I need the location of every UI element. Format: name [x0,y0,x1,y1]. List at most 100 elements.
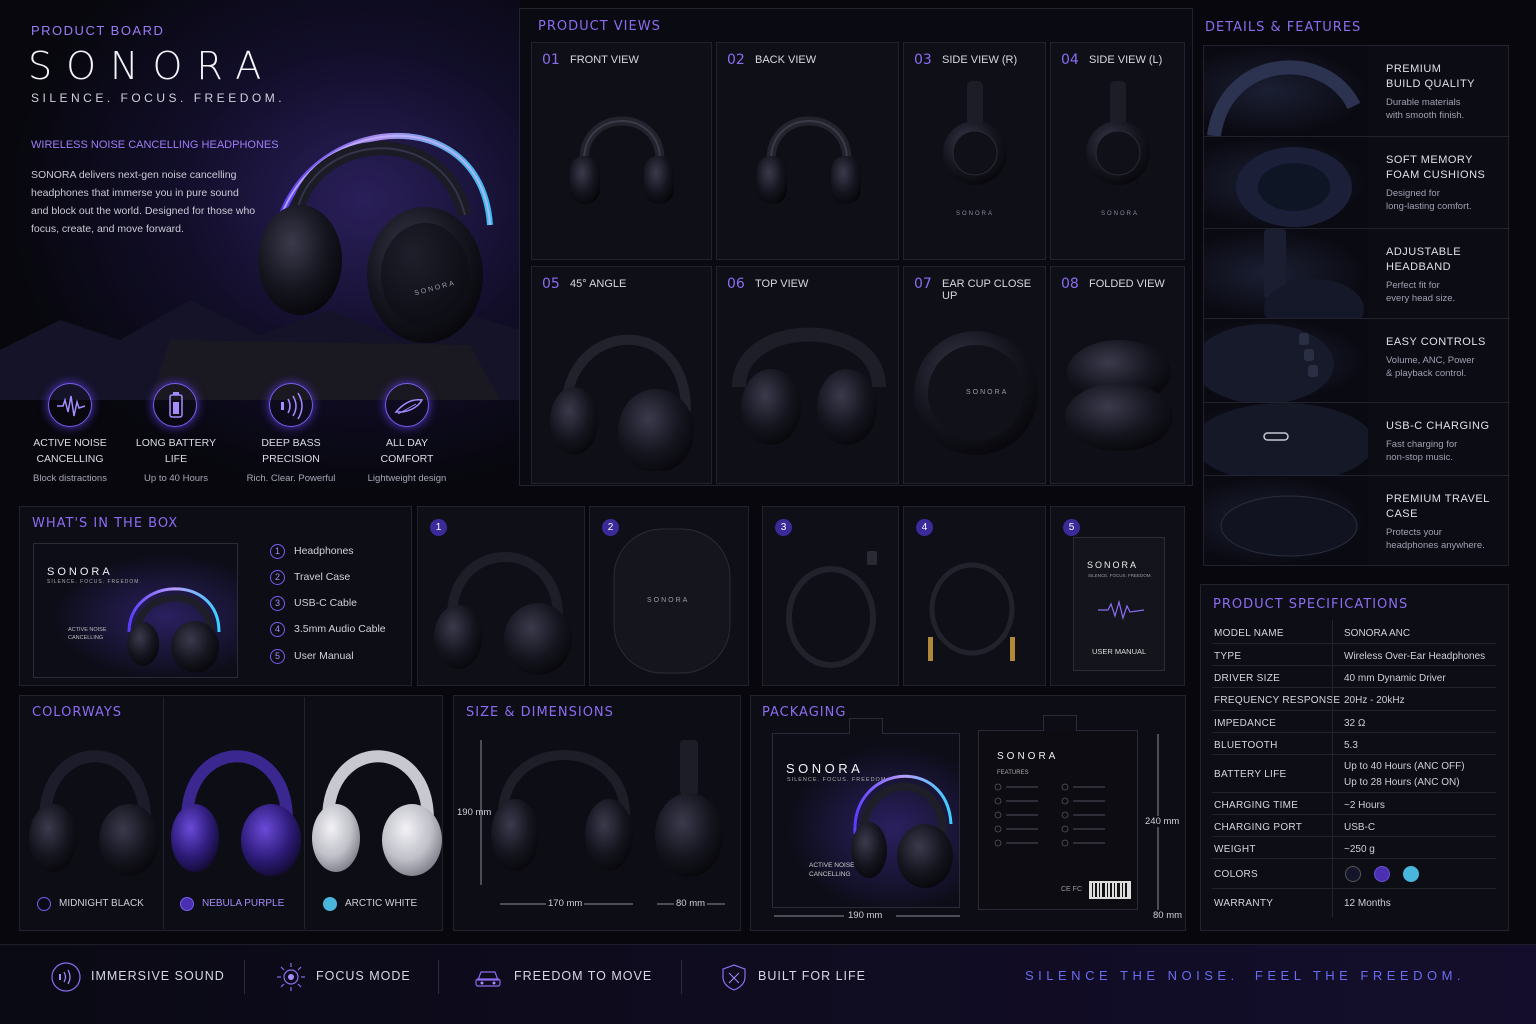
badge: 3 [775,519,792,536]
view-label: EAR CUP CLOSE UP [942,278,1032,302]
detail-title: PREMIUM TRAVEL [1386,493,1490,505]
headphones-back-image [749,98,869,228]
retail-box-image: SONORA SILENCE. FOCUS. FREEDOM. ACTIVE N… [33,543,238,678]
detail-title: CASE [1386,508,1418,520]
box-hp-image [434,552,572,675]
spec-row: MODEL NAME SONORA ANC [1212,620,1496,644]
detail-title: HEADBAND [1386,261,1452,273]
spec-color-black [1345,866,1361,882]
spec-row: WEIGHT ~250 g [1212,837,1496,859]
spec-row: TYPE Wireless Over-Ear Headphones [1212,644,1496,666]
detail-title: BUILD QUALITY [1386,78,1476,90]
spec-row: BLUETOOTH 5.3 [1212,733,1496,755]
specs-table: MODEL NAME SONORA ANC TYPE Wireless Over-E… [1200,620,1509,920]
detail-desc: non-stop music. [1386,452,1454,463]
colorway-swatch-black[interactable] [37,897,51,911]
car-icon [475,971,501,987]
view-side-left: 04 SIDE VIEW (L) SONORA [1050,42,1185,260]
detail-desc: Designed for [1386,188,1440,199]
ear-cup-mark: SONORA [966,389,1009,396]
in-the-box-title: WHAT'S IN THE BOX [32,516,179,531]
view-label: SIDE VIEW (R) [942,54,1018,66]
manual-image: SONORA SILENCE. FOCUS. FREEDOM. USER MAN… [1073,537,1165,671]
view-label: 45° ANGLE [570,278,627,290]
spec-row: DRIVER SIZE 40 mm Dynamic Driver [1212,666,1496,688]
shield-icon [722,964,746,991]
spec-row: BATTERY LIFE Up to 40 Hours (ANC OFF) Up t… [1212,755,1496,793]
footer-built-for-life: BUILT FOR LIFE [758,969,867,983]
product-subtitle: WIRELESS NOISE CANCELLING HEADPHONES [31,139,279,151]
headphones-folded-image [1065,340,1173,451]
spec-row: COLORS [1212,859,1496,889]
cushion-image [1204,137,1368,228]
packaging-dim-lines [774,734,1159,917]
detail-case: PREMIUM TRAVEL CASE Protects your headphone… [1204,476,1510,565]
footer-divider [244,960,245,994]
view-num: 07 [914,276,932,292]
colorway-swatch-purple[interactable] [180,897,194,911]
box-travel-case: 2 SONORA [589,506,749,686]
headphones-top-image [732,327,886,445]
battery-icon [153,383,197,427]
detail-desc: headphones anywhere. [1386,540,1485,551]
footer-slogan: SILENCE THE NOISE. FEEL THE FREEDOM. [1025,968,1466,983]
size-height-label: 190 mm [457,807,492,818]
view-num: 03 [914,52,932,68]
detail-desc: Durable materials [1386,97,1461,108]
brand-name: SONORA [28,44,276,88]
colorway-label-purple: NEBULA PURPLE [202,898,285,909]
bass-icon [269,383,313,427]
colorways-title: COLORWAYS [32,705,123,720]
feature-battery-title: LONG BATTERY LIFE [135,437,217,465]
detail-desc: every head size. [1386,293,1456,304]
box-item-4: 4 3.5mm Audio Cable [270,622,386,637]
box-headphones: 1 [417,506,585,686]
view-num: 04 [1061,52,1079,68]
spec-row: IMPEDANCE 32 Ω [1212,711,1496,733]
soundwave-icon [48,383,92,427]
box-anc-text: ACTIVE NOISE CANCELLING [68,627,107,641]
spec-row: CHARGING TIME ~2 Hours [1212,793,1496,815]
controls-image [1204,319,1368,402]
feature-battery-sub: Up to 40 Hours [144,473,208,484]
headband-image [1204,229,1368,318]
size-diagram [480,740,725,905]
details-title: DETAILS & FEATURES [1205,20,1362,35]
box-item-1: 1 Headphones [270,544,354,559]
manual-brand: SONORA [1087,560,1139,570]
spec-color-purple [1374,866,1390,882]
size-width-label: 170 mm [546,898,585,909]
view-label: SIDE VIEW (L) [1089,54,1163,66]
pkg-width-label: 190 mm [848,910,883,921]
feature-bass-sub: Rich. Clear. Powerful [246,473,336,484]
details-panel: PREMIUM BUILD QUALITY Durable materials wit… [1203,45,1510,566]
travel-case-image [1204,476,1368,565]
view-ear-cup: 07 EAR CUP CLOSE UP SONORA [903,266,1046,484]
view-num: 05 [542,276,560,292]
feature-anc-title: ACTIVE NOISE CANCELLING [33,437,107,465]
feature-bass-title: DEEP BASS PRECISION [261,437,321,465]
view-label: FOLDED VIEW [1089,278,1165,290]
manual-label: USER MANUAL [1092,647,1147,656]
footer-bar [0,944,1536,1024]
footer-immersive-sound: IMMERSIVE SOUND [91,969,225,983]
headphones-angle-image [550,334,694,471]
feature-anc-sub: Block distractions [33,473,107,484]
footer-divider [681,960,682,994]
detail-desc: Protects your [1386,527,1442,538]
headphones-front-image [562,98,682,228]
detail-headband: ADJUSTABLE HEADBAND Perfect fit for every h… [1204,229,1510,319]
hero-headphones-image [258,132,493,343]
colorway-black-image [29,750,159,876]
brand-tagline: SILENCE. FOCUS. FREEDOM. [31,91,286,105]
box-headphones-image [127,587,221,672]
usbc-cable-image [786,551,877,668]
detail-desc: & playback control. [1386,368,1467,379]
headphones-side-right-image [942,81,1008,186]
size-title: SIZE & DIMENSIONS [466,705,614,720]
box-item-2: 2 Travel Case [270,570,350,585]
colorway-swatch-white[interactable] [323,897,337,911]
feature-comfort-title: ALL DAY COMFORT [380,437,434,465]
pkg-depth-label: 80 mm [1153,910,1183,921]
spec-row: CHARGING PORT USB-C [1212,815,1496,837]
